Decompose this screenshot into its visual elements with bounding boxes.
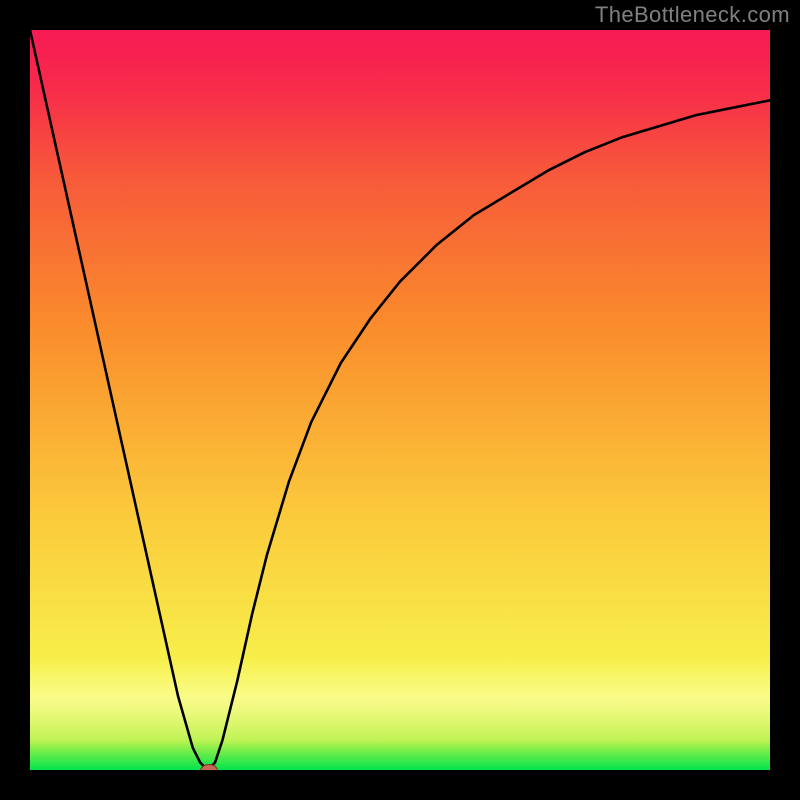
bottleneck-curve [30, 30, 770, 770]
watermark-text: TheBottleneck.com [595, 2, 790, 28]
plot-area [30, 30, 770, 770]
chart-frame: TheBottleneck.com [0, 0, 800, 800]
optimal-point-marker [200, 764, 218, 770]
